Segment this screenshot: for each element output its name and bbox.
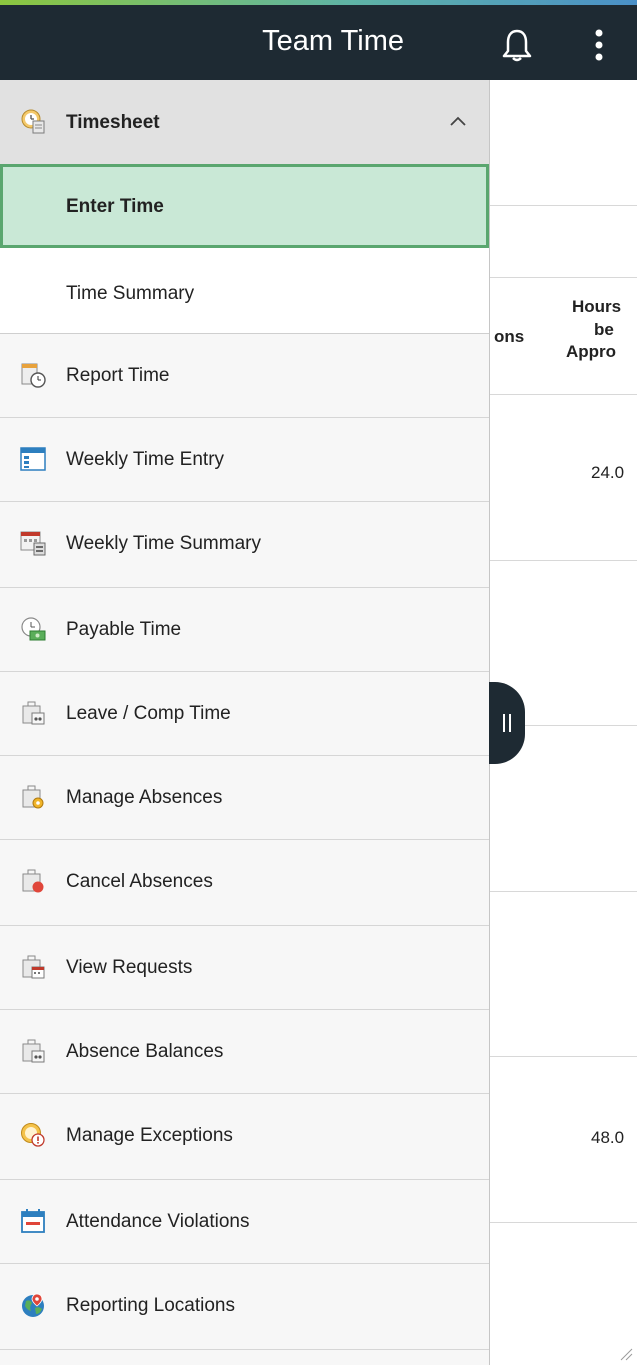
nav-item-label: Leave / Comp Time	[66, 703, 231, 724]
leave-icon	[22, 701, 45, 725]
divider	[489, 205, 637, 206]
subitem-time-summary[interactable]: Time Summary	[0, 248, 489, 334]
pause-bars-icon	[503, 714, 511, 732]
resize-grip-icon[interactable]	[619, 1347, 633, 1361]
nav-item-manage-exceptions[interactable]: Manage Exceptions	[0, 1094, 489, 1180]
nav-item-label: Cancel Absences	[66, 871, 213, 892]
nav-item-label: Weekly Time Entry	[66, 449, 225, 470]
report-time-icon	[21, 363, 46, 388]
subitem-label: Time Summary	[66, 283, 195, 304]
nav-item-weekly-time-entry[interactable]: Weekly Time Entry	[0, 418, 489, 502]
weekly-entry-icon	[20, 447, 46, 471]
column-header-partial: ons	[494, 327, 525, 346]
nav-item-label: View Requests	[66, 957, 193, 978]
calendar-summary-icon	[20, 531, 46, 556]
nav-item-view-requests[interactable]: View Requests	[0, 926, 489, 1010]
hours-cell: 48.0	[591, 1128, 625, 1147]
absence-balances-icon	[22, 1039, 45, 1063]
payable-time-icon	[21, 617, 46, 641]
app-header: Team Time	[0, 5, 637, 80]
column-header-hours-line3: Appro	[566, 342, 617, 361]
nav-item-label: Payable Time	[66, 619, 182, 640]
divider	[489, 891, 637, 892]
nav-item-report-time[interactable]: Report Time	[0, 334, 489, 418]
column-header-hours-line2: be	[594, 320, 614, 339]
navigation-panel: Timesheet Enter Time Time Summary Report…	[0, 80, 490, 1365]
divider	[489, 560, 637, 561]
nav-item-attendance-violations[interactable]: Attendance Violations	[0, 1180, 489, 1264]
nav-item-label: Manage Absences	[66, 787, 223, 808]
bell-icon[interactable]	[500, 27, 534, 63]
nav-item-weekly-time-summary[interactable]: Weekly Time Summary	[0, 502, 489, 588]
hours-cell: 24.0	[591, 463, 625, 482]
divider	[489, 394, 637, 395]
manage-absences-icon	[22, 785, 44, 809]
subitem-label: Enter Time	[66, 196, 164, 217]
page-title: Team Time	[262, 25, 404, 57]
nav-item-manage-absences[interactable]: Manage Absences	[0, 756, 489, 840]
attendance-calendar-icon	[21, 1209, 45, 1233]
nav-item-label: Reporting Locations	[66, 1295, 235, 1316]
exceptions-icon	[21, 1123, 45, 1147]
subitem-enter-time[interactable]: Enter Time	[0, 164, 489, 248]
divider	[489, 1056, 637, 1057]
nav-item-label: Absence Balances	[66, 1041, 224, 1062]
divider	[489, 1222, 637, 1223]
view-requests-icon	[22, 955, 45, 979]
timesheet-group-label: Timesheet	[66, 112, 160, 133]
globe-location-icon	[22, 1293, 44, 1317]
divider	[489, 277, 637, 278]
nav-item-leave-comp-time[interactable]: Leave / Comp Time	[0, 672, 489, 756]
nav-item-reporting-locations[interactable]: Reporting Locations	[0, 1264, 489, 1350]
nav-item-label: Manage Exceptions	[66, 1125, 233, 1146]
nav-item-payable-time[interactable]: Payable Time	[0, 588, 489, 672]
nav-item-label: Weekly Time Summary	[66, 533, 261, 554]
timesheet-group-header[interactable]: Timesheet	[0, 80, 489, 164]
nav-item-cancel-absences[interactable]: Cancel Absences	[0, 840, 489, 926]
chevron-up-icon[interactable]	[448, 114, 468, 128]
nav-item-absence-balances[interactable]: Absence Balances	[0, 1010, 489, 1094]
cancel-absences-icon	[22, 869, 44, 893]
more-vertical-icon[interactable]	[586, 27, 612, 63]
nav-item-label: Report Time	[66, 365, 170, 386]
timesheet-icon	[21, 109, 45, 134]
column-header-hours-line1: Hours	[572, 297, 622, 316]
nav-item-label: Attendance Violations	[66, 1211, 250, 1232]
